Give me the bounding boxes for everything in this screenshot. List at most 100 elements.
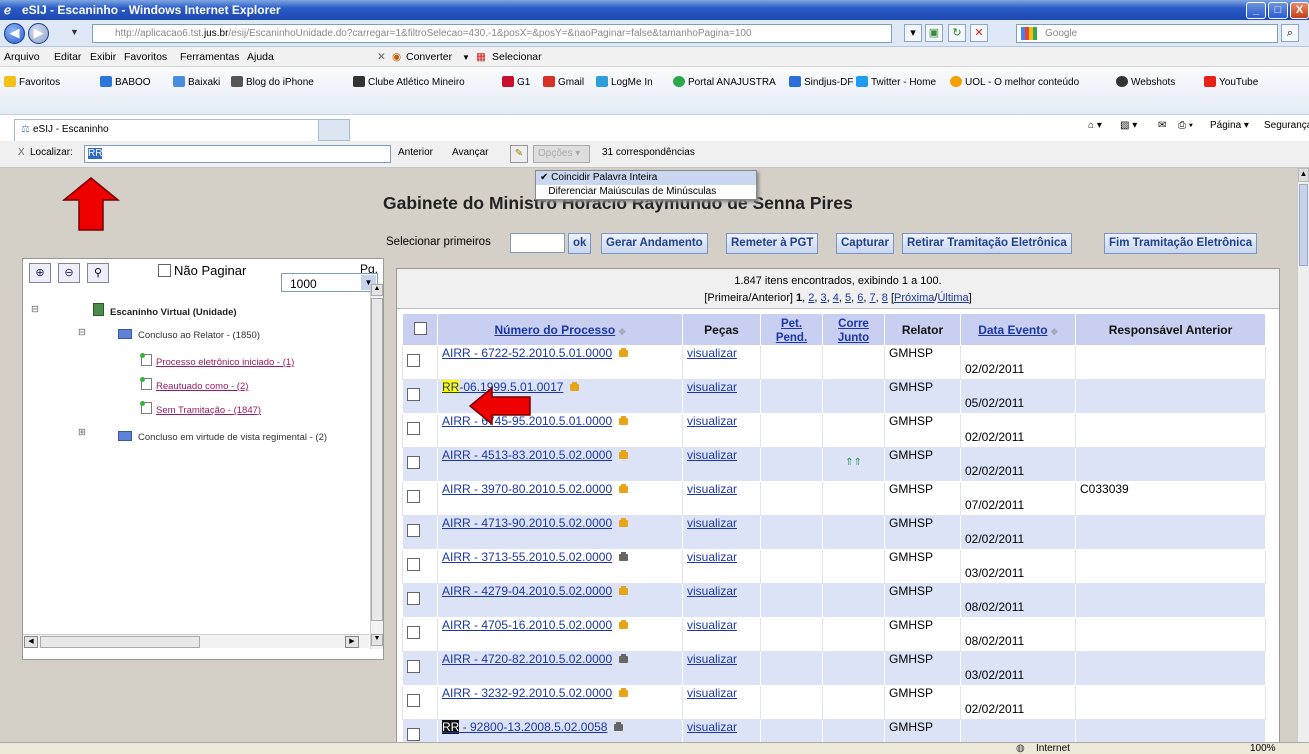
- find-input[interactable]: RR: [84, 145, 391, 163]
- history-dropdown-icon[interactable]: ▼: [70, 27, 79, 37]
- visualizar-link[interactable]: visualizar: [687, 618, 737, 632]
- row-checkbox[interactable]: [407, 422, 420, 435]
- fav-baboo[interactable]: BABOO: [100, 76, 151, 88]
- menu-favoritos[interactable]: Favoritos: [124, 51, 167, 63]
- tree-scroll-down-icon[interactable]: ▼: [371, 634, 383, 646]
- visualizar-link[interactable]: visualizar: [687, 482, 737, 496]
- tree-scroll-thumb[interactable]: [371, 298, 383, 621]
- close-find-icon[interactable]: X: [18, 147, 25, 158]
- header-pet-pend[interactable]: Pet. Pend.: [760, 313, 823, 346]
- menu-converter[interactable]: Converter: [406, 51, 452, 63]
- process-link[interactable]: AIRR - 4713-90.2010.5.02.0000: [442, 516, 612, 530]
- pager-page-2[interactable]: 2: [808, 292, 814, 304]
- search-icon[interactable]: ⌕: [1281, 24, 1299, 42]
- fav-logmein[interactable]: LogMe In: [596, 76, 653, 88]
- fav-anajustra[interactable]: Portal ANAJUSTRA: [673, 76, 776, 88]
- tree-hscroll-thumb[interactable]: [40, 636, 200, 648]
- home-icon[interactable]: ⌂ ▾: [1088, 120, 1102, 131]
- refresh-icon[interactable]: ↻: [948, 24, 966, 42]
- tab-esij[interactable]: ⚖ eSIJ - Escaninho: [14, 119, 348, 141]
- capturar-button[interactable]: Capturar: [836, 233, 894, 254]
- nao-paginar-checkbox[interactable]: [158, 264, 171, 277]
- tree-toggle-folder2[interactable]: ⊞: [78, 427, 86, 438]
- remeter-pgt-button[interactable]: Remeter à PGT: [726, 233, 819, 254]
- fav-blog-iphone[interactable]: Blog do iPhone: [231, 76, 314, 88]
- menu-pagina[interactable]: Página ▾: [1210, 120, 1249, 131]
- pager-page-7[interactable]: 7: [870, 292, 876, 304]
- tree-folder-vista-regimental[interactable]: Concluso em virtude de vista regimental …: [118, 431, 327, 443]
- process-link[interactable]: AIRR - 4705-16.2010.5.02.0000: [442, 618, 612, 632]
- visualizar-link[interactable]: visualizar: [687, 652, 737, 666]
- process-link[interactable]: AIRR - 6722-52.2010.5.01.0000: [442, 346, 612, 360]
- find-options-button[interactable]: Opções ▾: [533, 145, 590, 163]
- pager-page-5[interactable]: 5: [845, 292, 851, 304]
- fav-baixaki[interactable]: Baixaki: [173, 76, 220, 88]
- pager-page-6[interactable]: 6: [857, 292, 863, 304]
- url-dropdown-icon[interactable]: ▾: [904, 24, 922, 42]
- search-input[interactable]: Google: [1016, 24, 1278, 43]
- mail-icon[interactable]: ✉: [1158, 120, 1166, 131]
- print-icon[interactable]: ⎙ ▾: [1178, 120, 1193, 131]
- header-data-evento[interactable]: Data Evento ◆: [960, 313, 1076, 346]
- row-checkbox[interactable]: [407, 592, 420, 605]
- fim-tramitacao-button[interactable]: Fim Tramitação Eletrônica: [1104, 233, 1258, 254]
- retirar-tramitacao-button[interactable]: Retirar Tramitação Eletrônica: [902, 233, 1072, 254]
- tree-scroll-left-icon[interactable]: ◀: [24, 636, 38, 648]
- menu-ajuda[interactable]: Ajuda: [247, 51, 274, 63]
- fav-twitter[interactable]: Twitter - Home: [856, 76, 936, 88]
- process-link[interactable]: RR - 92800-13.2008.5.02.0058: [442, 720, 607, 734]
- page-size-select[interactable]: 1000 ▼: [281, 273, 378, 292]
- minimize-button[interactable]: _: [1246, 2, 1266, 19]
- tree-item-reautuado[interactable]: Reautuado como - (2): [140, 377, 248, 392]
- feeds-icon[interactable]: ▧ ▾: [1120, 120, 1137, 131]
- converter-dropdown-icon[interactable]: ▼: [462, 53, 470, 62]
- binoculars-icon[interactable]: ⚲: [87, 263, 109, 283]
- expand-all-icon[interactable]: ⊕: [29, 263, 51, 283]
- select-all-checkbox[interactable]: [413, 321, 427, 335]
- row-checkbox[interactable]: [407, 354, 420, 367]
- stop-icon[interactable]: ✕: [970, 24, 988, 42]
- visualizar-link[interactable]: visualizar: [687, 720, 737, 734]
- visualizar-link[interactable]: visualizar: [687, 686, 737, 700]
- tree-hscroll[interactable]: ◀ ▶: [23, 634, 369, 648]
- row-checkbox[interactable]: [407, 660, 420, 673]
- row-checkbox[interactable]: [407, 388, 420, 401]
- visualizar-link[interactable]: visualizar: [687, 550, 737, 564]
- fav-sindjus[interactable]: Sindjus-DF: [789, 76, 853, 88]
- menu-selecionar[interactable]: Selecionar: [492, 51, 542, 63]
- tree-item-processo-eletronico[interactable]: Processo eletrônico iniciado - (1): [140, 353, 294, 368]
- pager-page-4[interactable]: 4: [833, 292, 839, 304]
- menu-seguranca[interactable]: Segurança ▾: [1264, 120, 1309, 131]
- zoom-level[interactable]: 100%: [1250, 743, 1276, 754]
- ok-button[interactable]: ok: [568, 233, 592, 254]
- fav-uol[interactable]: UOL - O melhor conteúdo: [950, 76, 1079, 88]
- header-corre-junto[interactable]: Corre Junto: [822, 313, 885, 346]
- collapse-all-icon[interactable]: ⊖: [58, 263, 80, 283]
- pager-page-8[interactable]: 8: [882, 292, 888, 304]
- menu-exibir[interactable]: Exibir: [90, 51, 116, 63]
- find-next-button[interactable]: Avançar: [452, 147, 489, 158]
- process-link[interactable]: AIRR - 3713-55.2010.5.02.0000: [442, 550, 612, 564]
- compat-view-icon[interactable]: ▣: [925, 24, 943, 42]
- gerar-andamento-button[interactable]: Gerar Andamento: [601, 233, 708, 254]
- fav-clube-atletico[interactable]: Clube Atlético Mineiro: [353, 76, 465, 88]
- fav-gmail[interactable]: Gmail: [543, 76, 584, 88]
- scroll-thumb[interactable]: [1299, 184, 1308, 266]
- row-checkbox[interactable]: [407, 694, 420, 707]
- favorites-button[interactable]: Favoritos: [4, 76, 60, 88]
- back-icon[interactable]: ◀: [4, 23, 25, 44]
- visualizar-link[interactable]: visualizar: [687, 448, 737, 462]
- page-scrollbar[interactable]: ▲: [1297, 168, 1309, 742]
- row-checkbox[interactable]: [407, 728, 420, 741]
- pager-last[interactable]: Última: [937, 292, 968, 304]
- tree-item-sem-tramitacao[interactable]: Sem Tramitação - (1847): [140, 401, 261, 416]
- process-link[interactable]: AIRR - 3232-92.2010.5.02.0000: [442, 686, 612, 700]
- pager-page-3[interactable]: 3: [821, 292, 827, 304]
- fav-webshots[interactable]: Webshots: [1116, 76, 1175, 88]
- maximize-button[interactable]: □: [1268, 2, 1288, 19]
- fav-g1[interactable]: G1: [502, 76, 530, 88]
- url-input[interactable]: http://aplicacao6.tst.jus.br/esij/Escani…: [92, 24, 892, 43]
- close-toolbar-icon[interactable]: ✕: [377, 51, 386, 63]
- menu-option-match-case[interactable]: Diferenciar Maiúsculas de Minúsculas: [536, 185, 756, 199]
- row-checkbox[interactable]: [407, 490, 420, 503]
